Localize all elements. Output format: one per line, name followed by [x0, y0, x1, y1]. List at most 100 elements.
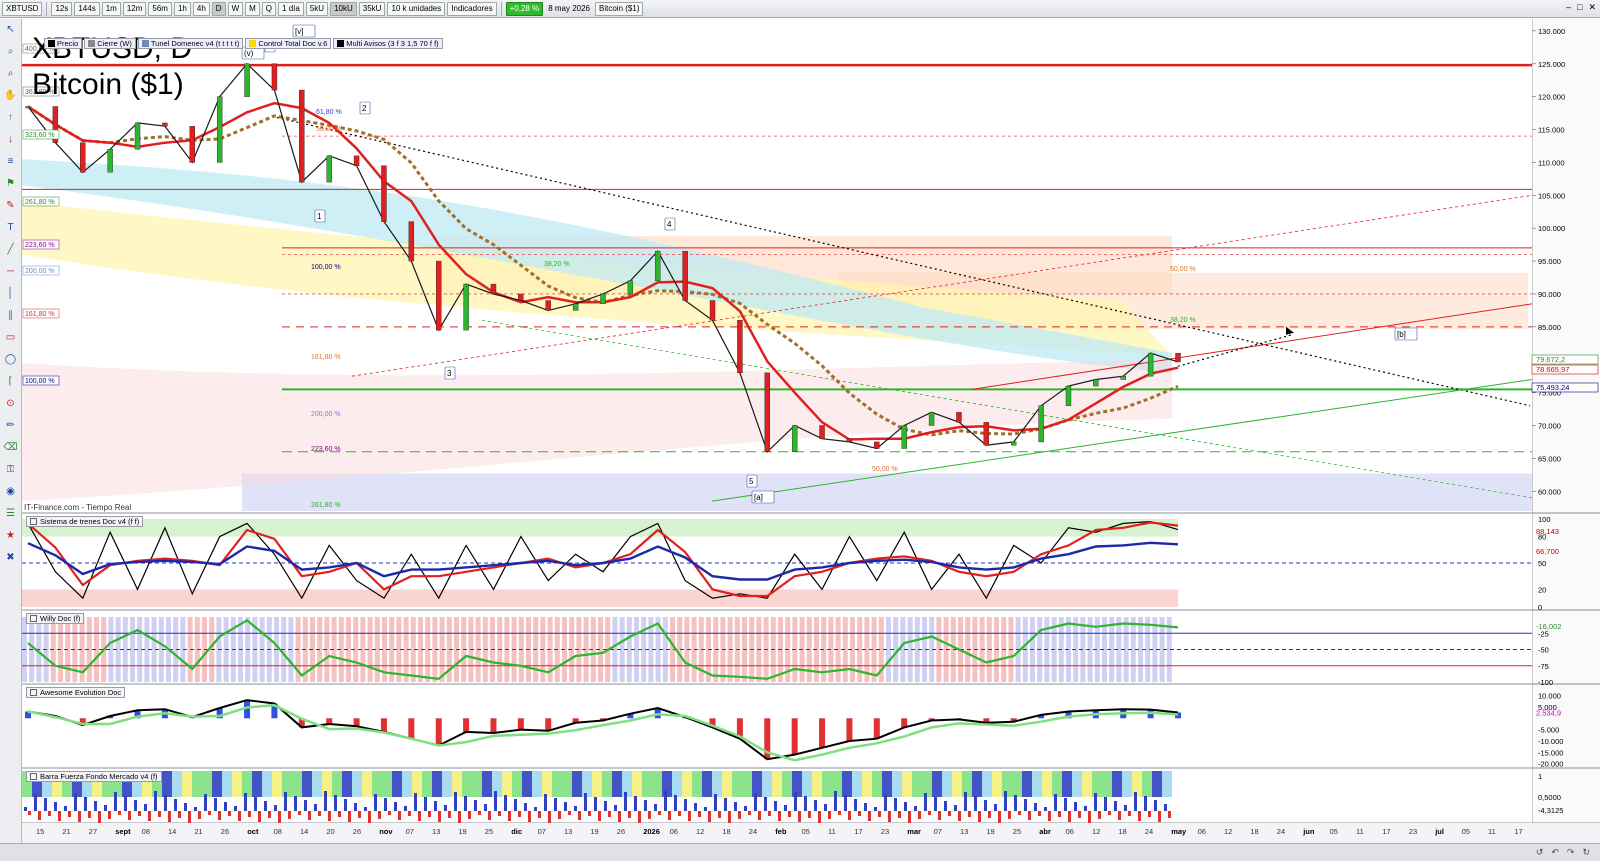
star-icon[interactable]: ★: [3, 529, 18, 542]
force-bar-up: [1154, 800, 1157, 811]
unit-button[interactable]: 35kU: [358, 1, 386, 16]
pen-icon[interactable]: ✎: [3, 199, 18, 212]
delete-icon[interactable]: ✖: [3, 551, 18, 564]
interval-button[interactable]: 4h: [192, 1, 210, 16]
rectangle-icon[interactable]: ▭: [3, 331, 18, 344]
chart-area[interactable]: 400,00 % 361,80 % 323,60 % 261,80 % 223,60 %…: [22, 19, 1600, 843]
interval-button[interactable]: 1m: [101, 1, 121, 16]
indicator-item[interactable]: Cierre (W): [84, 38, 136, 49]
force-bar-up: [454, 792, 457, 811]
force-bar-up: [194, 807, 197, 811]
interval-button[interactable]: 144s: [74, 1, 100, 16]
zoom-icon[interactable]: ⌕: [3, 45, 18, 58]
force-bar-up: [624, 792, 627, 811]
ruler-icon[interactable]: ⌈: [3, 375, 18, 388]
interval-button[interactable]: 12m: [122, 1, 147, 16]
force-band: [812, 771, 822, 797]
unit-button[interactable]: 10kU: [330, 1, 357, 16]
scroll-left-icon[interactable]: ↺: [1536, 847, 1544, 858]
ellipse-icon[interactable]: ◯: [3, 353, 18, 366]
flag-icon[interactable]: ⚑: [3, 177, 18, 190]
pencil-icon[interactable]: ✏: [3, 419, 18, 432]
force-bar-down: [98, 811, 101, 823]
hand-icon[interactable]: ✋: [3, 89, 18, 102]
indicator-item[interactable]: Tunel Domenec v4 (t t t t t): [137, 38, 244, 49]
panel-title-force[interactable]: Barra Fuerza Fondo Mercado v4 (f): [26, 771, 162, 782]
close-icon[interactable]: ✕: [1588, 2, 1596, 13]
force-bar-down: [138, 811, 141, 816]
fibonacci-icon[interactable]: ≡: [3, 155, 18, 168]
panel-title-willy[interactable]: Willy Doc (f): [26, 613, 85, 624]
cursor-icon[interactable]: ↖: [3, 23, 18, 36]
magnet-icon[interactable]: ⊙: [3, 397, 18, 410]
force-band: [1162, 771, 1172, 797]
force-bar-down: [868, 811, 871, 821]
trend-line-icon[interactable]: ╱: [3, 243, 18, 256]
checkbox-icon[interactable]: [30, 615, 37, 622]
layers-icon[interactable]: ☰: [3, 507, 18, 520]
force-bar-up: [794, 792, 797, 811]
arrow-down-icon[interactable]: ↓: [3, 133, 18, 146]
indicator-swatch-icon: [249, 40, 257, 47]
zoom-in-icon[interactable]: ↷: [1567, 847, 1575, 858]
period-select[interactable]: 1 día: [278, 1, 304, 16]
indicator-item[interactable]: Precio: [44, 38, 83, 49]
force-bar-up: [594, 797, 597, 811]
panel-title-awesome[interactable]: Awesome Evolution Doc: [26, 687, 126, 698]
force-band: [382, 771, 392, 797]
force-bar-up: [824, 804, 827, 811]
checkbox-icon[interactable]: [30, 689, 37, 696]
scroll-right-icon[interactable]: ↻: [1582, 847, 1590, 858]
force-bar-down: [308, 811, 311, 820]
force-band: [642, 771, 652, 797]
checkbox-icon[interactable]: [30, 518, 37, 525]
force-bar-up: [64, 806, 67, 811]
interval-button[interactable]: 12s: [51, 1, 73, 16]
interval-button[interactable]: 56m: [148, 1, 172, 16]
date-axis-label: 07: [538, 827, 546, 836]
fib-label-mid: 50,00 %: [316, 126, 342, 133]
indicator-item[interactable]: Multi Avisos (3 f 3 1,5 70 f f): [333, 38, 443, 49]
indicator-item[interactable]: Control Total Doc v.6: [245, 38, 332, 49]
force-bar-up: [634, 796, 637, 811]
force-bar-down: [828, 811, 831, 819]
channel-icon[interactable]: ∥: [3, 309, 18, 322]
unit-button[interactable]: 5kU: [305, 1, 329, 16]
interval-button[interactable]: W: [227, 1, 244, 16]
checkbox-icon[interactable]: [30, 773, 37, 780]
text-icon[interactable]: T: [3, 221, 18, 234]
interval-buttons: 12s 144s 1m 12m 56m 1h 4h D W M Q: [51, 1, 277, 16]
eye-icon[interactable]: ◉: [3, 485, 18, 498]
chart-title-name: Bitcoin ($1): [32, 68, 184, 101]
force-bar-up: [884, 794, 887, 811]
units-select[interactable]: 10 k unidades: [387, 1, 446, 16]
interval-button[interactable]: D: [211, 1, 226, 16]
vertical-line-icon[interactable]: │: [3, 287, 18, 300]
force-bar-up: [614, 805, 617, 811]
interval-button[interactable]: M: [245, 1, 260, 16]
force-bar-up: [304, 800, 307, 811]
lock-icon[interactable]: ⚿: [3, 463, 18, 476]
interval-button[interactable]: 1h: [173, 1, 191, 16]
bottom-navigation: ↺ ↶ ↷ ↻: [0, 843, 1600, 861]
interval-button[interactable]: Q: [261, 1, 277, 16]
horizontal-line-icon[interactable]: ─: [3, 265, 18, 278]
minimize-icon[interactable]: –: [1566, 2, 1571, 13]
panel-title-trains[interactable]: Sistema de trenes Doc v4 (f f): [26, 516, 144, 527]
awesome-line-black: [27, 699, 1179, 761]
restore-icon[interactable]: □: [1577, 2, 1582, 13]
search-icon[interactable]: ⌕: [3, 67, 18, 80]
p2-axis-label: -100: [1538, 678, 1553, 687]
force-band: [252, 771, 262, 797]
oversold-zone: [22, 589, 1178, 607]
arrow-up-icon[interactable]: ↑: [3, 111, 18, 124]
eraser-icon[interactable]: ⌫: [3, 441, 18, 454]
force-band: [862, 771, 872, 797]
indicators-button[interactable]: Indicadores: [447, 1, 497, 16]
symbol-select[interactable]: XBTUSD: [2, 1, 43, 16]
fib-label-mid: 61,80 %: [316, 109, 342, 116]
force-bar-down: [928, 811, 931, 815]
zoom-out-icon[interactable]: ↶: [1551, 847, 1559, 858]
date-axis-label: 19: [458, 827, 466, 836]
force-bar-down: [198, 811, 201, 819]
